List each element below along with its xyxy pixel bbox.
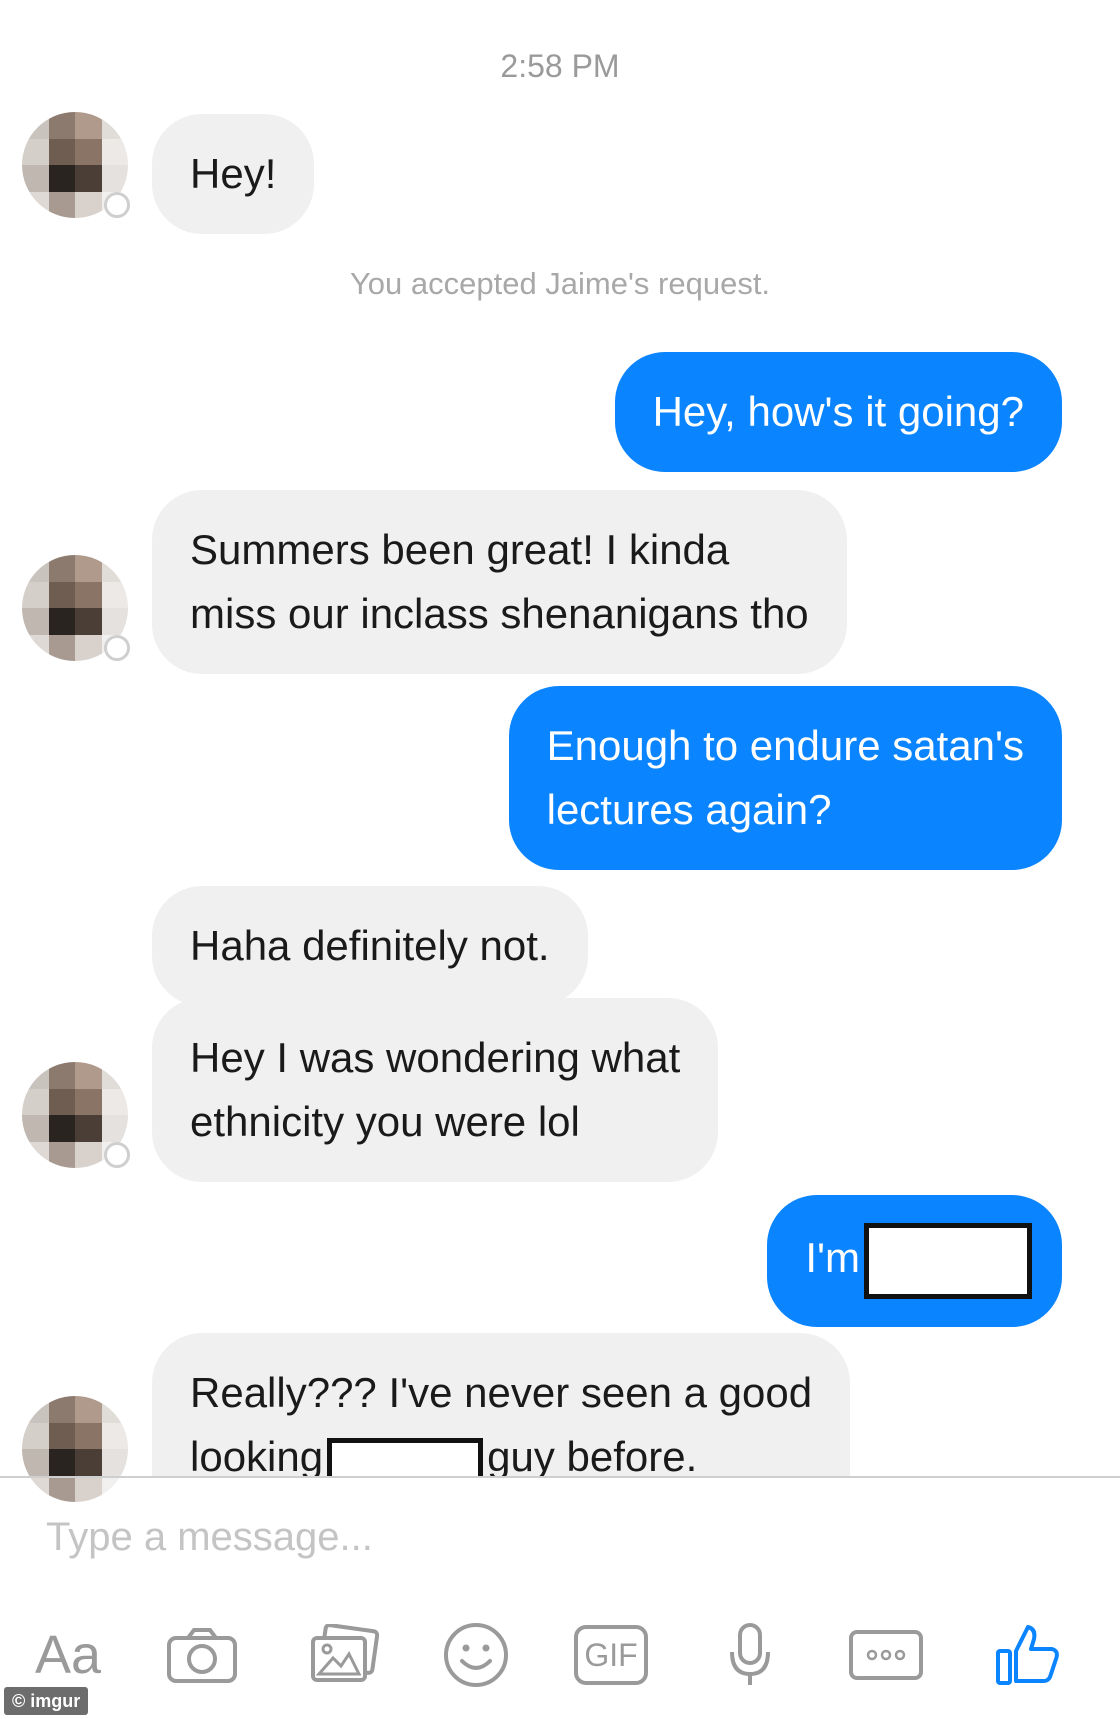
message-text-line: Hey I was wondering what (190, 1034, 681, 1081)
message-bubble-incoming[interactable]: Hey! (152, 114, 315, 234)
messenger-chat-screen: 2:58 PM Hey! You accepted Jaime's reques… (0, 0, 1120, 1719)
message-text-line: Really??? I've never seen a good (190, 1369, 813, 1416)
composer-toolbar: Aa GIF (0, 1615, 1120, 1695)
gif-icon[interactable]: GIF (572, 1615, 650, 1695)
text-format-icon[interactable]: Aa (26, 1615, 110, 1695)
gallery-icon[interactable] (304, 1615, 384, 1695)
message-text-line: lectures again? (546, 786, 832, 833)
message-text: looking (190, 1433, 324, 1476)
message-bubble-outgoing[interactable]: Hey, how's it going? (614, 352, 1062, 472)
imgur-watermark: © imgur (4, 1687, 89, 1715)
message-text-line: Summers been great! I kinda (190, 526, 730, 573)
message-bubble-incoming[interactable]: Haha definitely not. (152, 886, 588, 1006)
request-accepted-note: You accepted Jaime's request. (349, 266, 771, 301)
message-timestamp: 2:58 PM (500, 48, 620, 84)
message-text: I'm (805, 1234, 860, 1282)
like-icon[interactable] (990, 1615, 1066, 1695)
message-input[interactable] (46, 1515, 746, 1560)
messenger-badge-icon (104, 1142, 130, 1168)
message-bubble-outgoing[interactable]: I'm (767, 1195, 1062, 1327)
contact-avatar[interactable] (22, 1396, 128, 1502)
message-bubble-incoming[interactable]: Really??? I've never seen a good looking… (152, 1333, 851, 1476)
message-text-line: looking guy before. (190, 1425, 812, 1476)
message-text-line: miss our inclass shenanigans tho (190, 590, 809, 637)
messenger-badge-icon (104, 192, 130, 218)
message-bubble-incoming[interactable]: Summers been great! I kinda miss our inc… (152, 490, 847, 674)
gif-label: GIF (584, 1636, 638, 1673)
redaction-box (864, 1223, 1032, 1299)
message-text: Hey, how's it going? (652, 388, 1024, 435)
messenger-badge-icon (104, 635, 130, 661)
composer-divider (0, 1476, 1120, 1478)
message-text: Haha definitely not. (190, 922, 550, 969)
emoji-icon[interactable] (440, 1615, 512, 1695)
microphone-icon[interactable] (720, 1615, 780, 1695)
message-text-line: Enough to endure satan's (546, 722, 1024, 769)
message-text: Hey! (190, 150, 277, 197)
message-text: guy before. (487, 1433, 698, 1476)
redaction-box (327, 1437, 484, 1476)
message-bubble-incoming[interactable]: Hey I was wondering what ethnicity you w… (152, 998, 719, 1182)
more-icon[interactable] (846, 1615, 926, 1695)
message-bubble-outgoing[interactable]: Enough to endure satan's lectures again? (508, 686, 1062, 870)
message-text-line: ethnicity you were lol (190, 1098, 580, 1145)
camera-icon[interactable] (162, 1615, 242, 1695)
